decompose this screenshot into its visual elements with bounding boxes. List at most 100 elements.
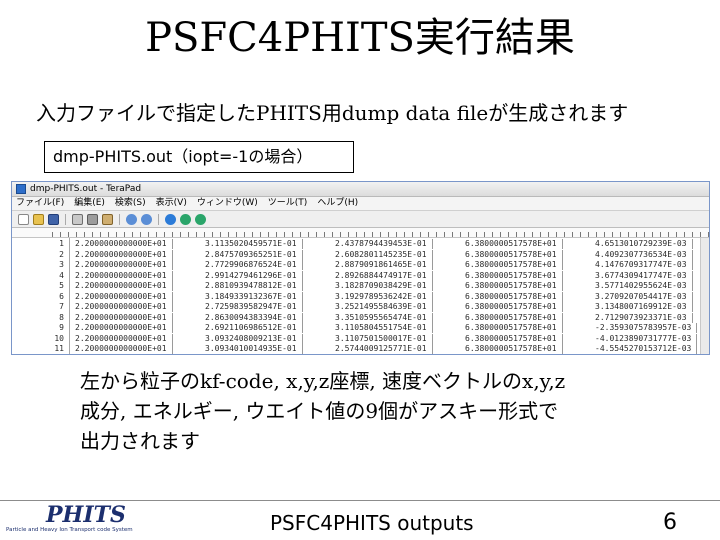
line-number: 9 bbox=[59, 323, 64, 332]
data-cell: 6.3800000517578E+01 bbox=[465, 239, 563, 249]
footer-divider bbox=[0, 500, 720, 501]
data-cell: 6.3800000517578E+01 bbox=[465, 249, 563, 260]
vertical-scrollbar[interactable] bbox=[700, 238, 709, 354]
line-number-divider bbox=[69, 238, 70, 354]
slide-title: PSFC4PHITS実行結果 bbox=[145, 15, 575, 61]
data-cell: 2.8475709365251E-01 bbox=[205, 249, 303, 260]
data-cell: 2.2000000000000E+01 bbox=[75, 302, 173, 312]
data-cell: 6.3800000517578E+01 bbox=[465, 312, 563, 323]
find-prev-icon[interactable] bbox=[195, 213, 206, 225]
data-cell: 2.6082801145235E-01 bbox=[335, 249, 433, 260]
slide-subtitle: 入力ファイルで指定したPHITS用dump data fileが生成されます bbox=[36, 101, 629, 125]
paste-icon[interactable] bbox=[102, 213, 113, 225]
data-cell: 2.2000000000000E+01 bbox=[75, 270, 173, 281]
description-line: 左から粒子のkf-code, x,y,z座標, 速度ベクトルのx,y,z bbox=[80, 369, 566, 393]
line-number: 7 bbox=[59, 302, 64, 311]
data-cell: 6.3800000517578E+01 bbox=[465, 281, 563, 291]
open-folder-icon[interactable] bbox=[33, 213, 44, 225]
editor-ruler bbox=[12, 228, 709, 238]
toolbar-separator bbox=[119, 213, 120, 225]
menu-tools[interactable]: ツール(T) bbox=[268, 197, 308, 210]
data-cell: 6.3800000517578E+01 bbox=[465, 302, 563, 312]
editor-screenshot: dmp-PHITS.out - TeraPad ファイル(F) 編集(E) 検索… bbox=[11, 181, 710, 355]
data-cell: 3.1348007169912E-03 bbox=[595, 302, 693, 312]
data-cell: -4.0123890731777E-03 bbox=[595, 333, 698, 344]
data-cell: 2.2000000000000E+01 bbox=[75, 344, 173, 354]
data-cell: 6.3800000517578E+01 bbox=[465, 323, 563, 333]
editor-text-area[interactable]: 1 2.2000000000000E+01 3.1135020459571E-01 2… bbox=[12, 238, 709, 354]
data-cell: 2.2000000000000E+01 bbox=[75, 333, 173, 344]
menu-search[interactable]: 検索(S) bbox=[115, 197, 146, 210]
data-cell: 3.5771402955624E-03 bbox=[595, 281, 693, 291]
copy-icon[interactable] bbox=[87, 213, 98, 225]
file-label-box: dmp-PHITS.out（iopt=-1の場合） bbox=[44, 141, 354, 173]
data-cell: 3.3510595565474E-01 bbox=[335, 312, 433, 323]
data-cell: 2.5744009125771E-01 bbox=[335, 344, 433, 354]
line-number: 3 bbox=[59, 260, 64, 269]
data-cell: 3.2709207054417E-03 bbox=[595, 291, 693, 302]
logo-wordmark: PHITS bbox=[46, 502, 126, 528]
data-cell: 6.3800000517578E+01 bbox=[465, 270, 563, 281]
line-number: 6 bbox=[59, 291, 64, 301]
line-number: 8 bbox=[59, 312, 64, 322]
line-number: 11 bbox=[54, 344, 64, 353]
data-cell: 3.1105804551754E-01 bbox=[335, 323, 433, 333]
data-cell: 2.4378794439453E-01 bbox=[335, 239, 433, 249]
data-cell: 4.6513010729239E-03 bbox=[595, 239, 693, 249]
description-line: 成分, エネルギー, ウエイト値の9個がアスキー形式で bbox=[80, 399, 559, 423]
data-cell: 3.1828709038429E-01 bbox=[335, 281, 433, 291]
undo-icon[interactable] bbox=[126, 213, 137, 225]
data-cell: 3.0934010014935E-01 bbox=[205, 344, 303, 354]
data-cell: 3.1135020459571E-01 bbox=[205, 239, 303, 249]
menu-view[interactable]: 表示(V) bbox=[156, 197, 187, 210]
data-cell: 2.8879091861465E-01 bbox=[335, 260, 433, 270]
new-file-icon[interactable] bbox=[18, 213, 29, 225]
data-cell: -4.5545270153712E-03 bbox=[595, 344, 698, 354]
data-cell: 2.2000000000000E+01 bbox=[75, 239, 173, 249]
data-cell: 3.6774309417747E-03 bbox=[595, 270, 693, 281]
data-cell: 6.3800000517578E+01 bbox=[465, 333, 563, 344]
line-number: 5 bbox=[59, 281, 64, 290]
line-number: 4 bbox=[59, 270, 64, 280]
data-cell: 2.2000000000000E+01 bbox=[75, 281, 173, 291]
redo-icon[interactable] bbox=[141, 213, 152, 225]
menu-help[interactable]: ヘルプ(H) bbox=[317, 197, 358, 210]
editor-menubar: ファイル(F) 編集(E) 検索(S) 表示(V) ウィンドウ(W) ツール(T… bbox=[12, 197, 709, 211]
data-cell: 2.2000000000000E+01 bbox=[75, 249, 173, 260]
search-icon[interactable] bbox=[165, 213, 176, 225]
app-icon bbox=[16, 184, 26, 194]
data-cell: 2.8926884474917E-01 bbox=[335, 270, 433, 281]
data-cell: 2.7259839582947E-01 bbox=[205, 302, 303, 312]
data-cell: 2.8630094383394E-01 bbox=[205, 312, 303, 323]
data-cell: 6.3800000517578E+01 bbox=[465, 260, 563, 270]
editor-window-title: dmp-PHITS.out - TeraPad bbox=[30, 184, 142, 194]
data-cell: 2.6921106986512E-01 bbox=[205, 323, 303, 333]
data-cell: 2.2000000000000E+01 bbox=[75, 323, 173, 333]
line-number: 1 bbox=[59, 239, 64, 248]
save-icon[interactable] bbox=[48, 213, 59, 225]
data-cell: 2.2000000000000E+01 bbox=[75, 260, 173, 270]
menu-edit[interactable]: 編集(E) bbox=[74, 197, 105, 210]
data-cell: 2.2000000000000E+01 bbox=[75, 312, 173, 323]
line-number: 2 bbox=[59, 249, 64, 259]
editor-titlebar: dmp-PHITS.out - TeraPad bbox=[12, 182, 709, 197]
data-cell: 3.1929789536242E-01 bbox=[335, 291, 433, 302]
data-cell: 2.9914279461296E-01 bbox=[205, 270, 303, 281]
data-cell: 2.8810939478812E-01 bbox=[205, 281, 303, 291]
data-cell: 6.3800000517578E+01 bbox=[465, 291, 563, 302]
cut-icon[interactable] bbox=[72, 213, 83, 225]
data-cell: 3.1107501500017E-01 bbox=[335, 333, 433, 344]
data-cell: 4.4092307736534E-03 bbox=[595, 249, 693, 260]
data-cell: 6.3800000517578E+01 bbox=[465, 344, 563, 354]
toolbar-separator bbox=[65, 213, 66, 225]
menu-file[interactable]: ファイル(F) bbox=[16, 197, 64, 210]
find-next-icon[interactable] bbox=[180, 213, 191, 225]
toolbar-separator bbox=[158, 213, 159, 225]
data-cell: 3.0932408009213E-01 bbox=[205, 333, 303, 344]
footer-text: PSFC4PHITS outputs bbox=[270, 511, 474, 535]
logo-tagline: Particle and Heavy Ion Transport code Sy… bbox=[6, 527, 133, 533]
data-cell: 4.1476709317747E-03 bbox=[595, 260, 693, 270]
menu-window[interactable]: ウィンドウ(W) bbox=[197, 197, 258, 210]
description: 左から粒子のkf-code, x,y,z座標, 速度ベクトルのx,y,z 成分,… bbox=[80, 366, 565, 456]
page-number: 6 bbox=[663, 510, 677, 535]
